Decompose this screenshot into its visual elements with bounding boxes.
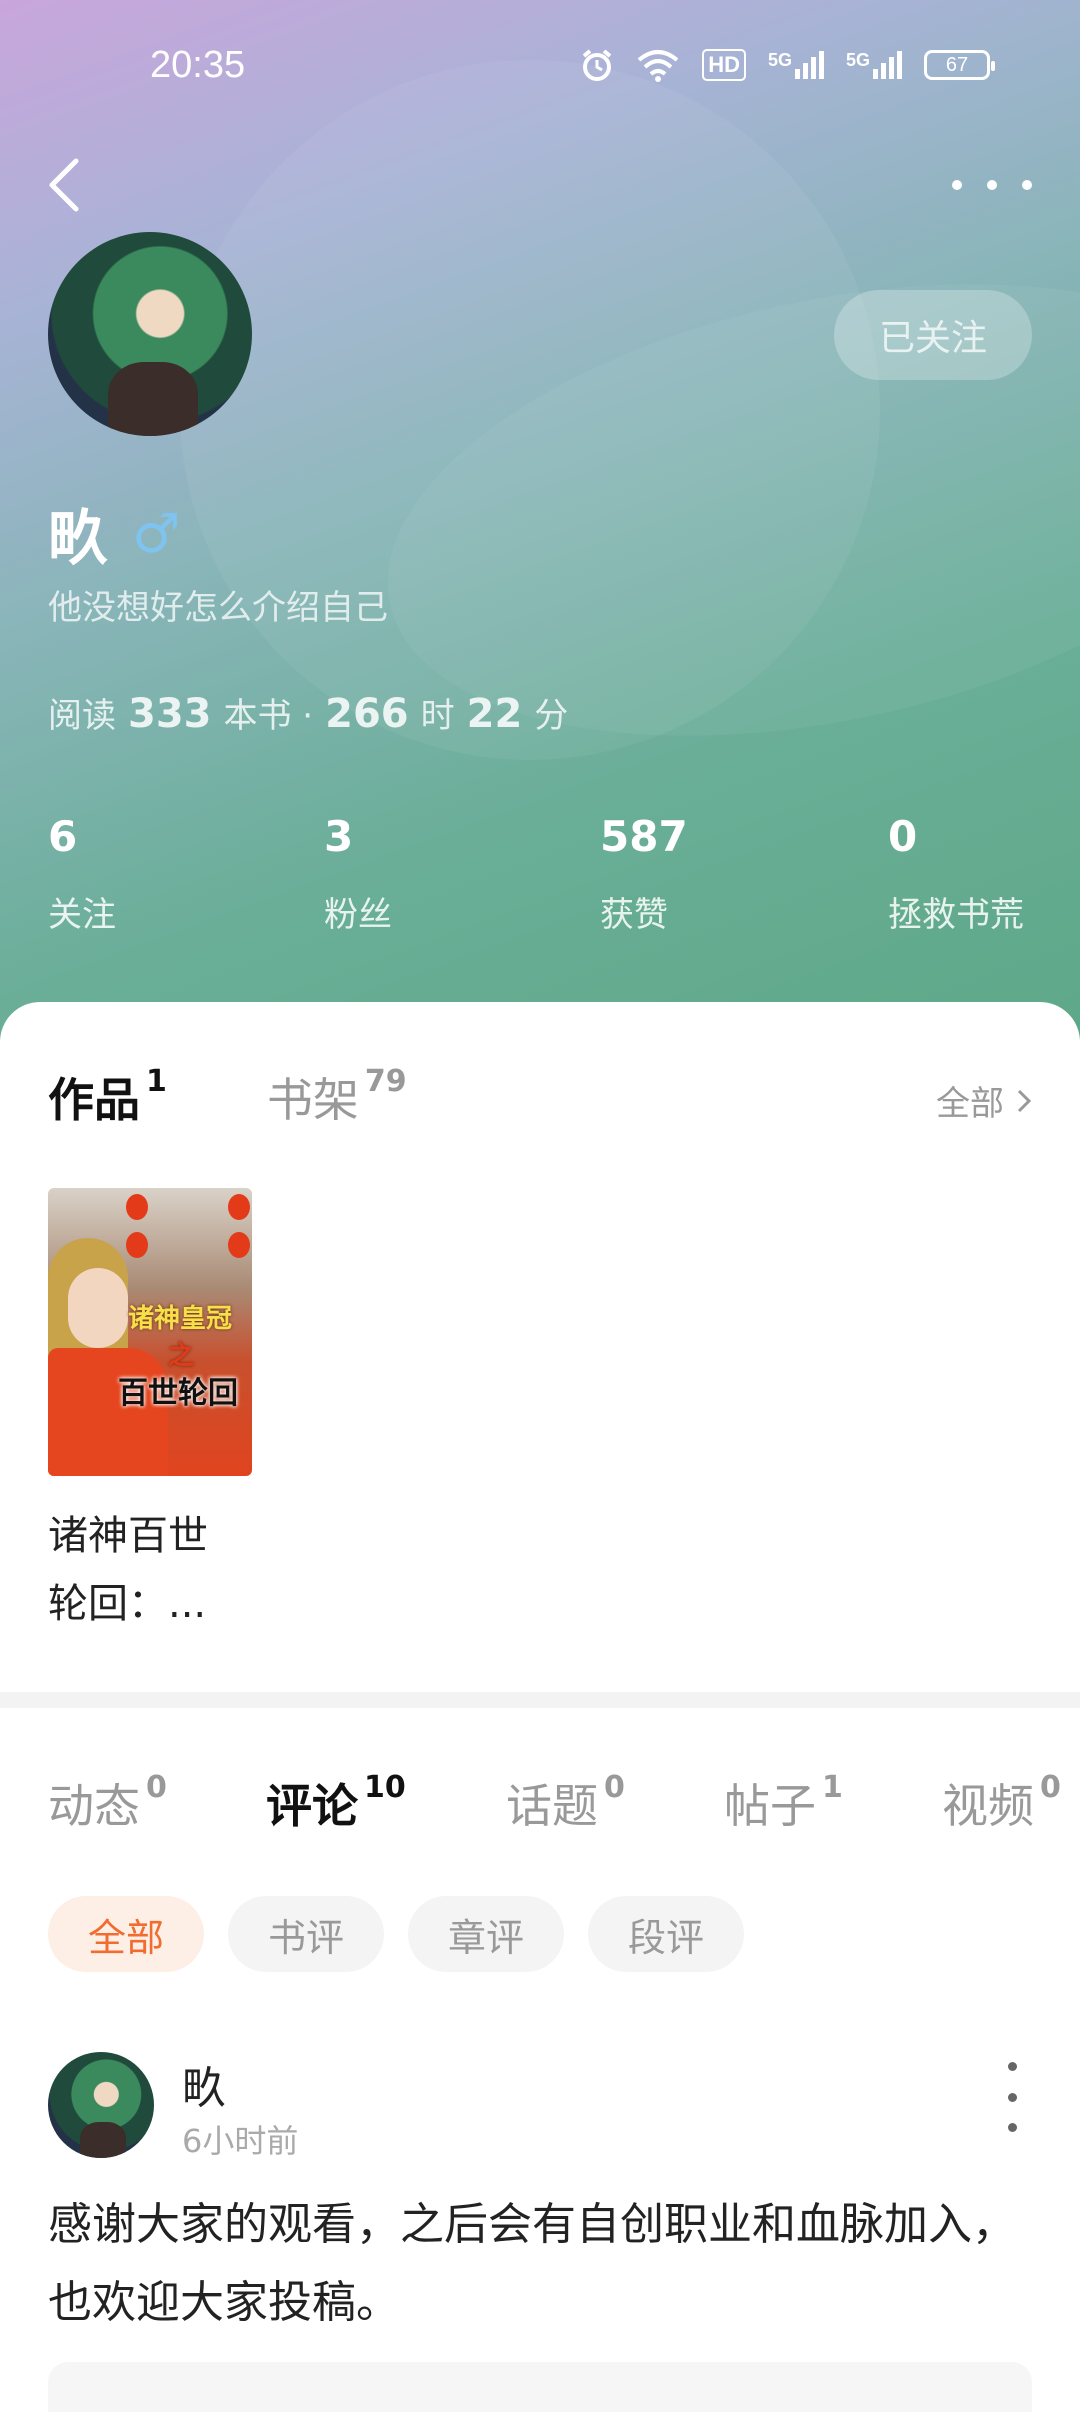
tab-topics[interactable]: 话题 0 (506, 1770, 724, 1836)
tab-count: 1 (146, 1064, 167, 1099)
reading-hours-unit: 时 (420, 696, 455, 736)
signal-5g-label: 5G (767, 50, 792, 70)
reading-books-unit: 本书 · (223, 696, 314, 736)
dot-icon (1007, 2123, 1017, 2132)
stat-value: 0 (888, 812, 918, 861)
reading-hours: 266 (325, 691, 409, 737)
comment-avatar[interactable] (48, 2052, 154, 2158)
cover-title: 百世轮回 (118, 1376, 238, 1411)
profile-username: 畂 ♂ (48, 490, 180, 577)
status-time: 20:35 (150, 44, 246, 86)
tab-label: 作品 (48, 1073, 140, 1127)
battery-icon: 67 (924, 50, 995, 80)
follow-button[interactable]: 已关注 (834, 290, 1032, 380)
stat-label: 关注 (48, 895, 116, 935)
back-button[interactable] (44, 150, 114, 220)
tab-label: 书架 (266, 1073, 359, 1127)
book-title[interactable]: 诸神百世 轮回：... (48, 1502, 252, 1638)
tab-count: 79 (364, 1064, 407, 1099)
reading-prefix: 阅读 (48, 696, 116, 736)
dot-icon (1022, 180, 1032, 190)
book-cover[interactable]: 诸神皇冠之 百世轮回 (48, 1188, 252, 1476)
hd-icon: HD (702, 49, 746, 81)
signal-5g-icon: 5G (846, 51, 902, 79)
section-divider (0, 1692, 1080, 1708)
stat-value: 3 (324, 812, 354, 861)
tab-count: 0 (146, 1770, 167, 1805)
alarm-icon (582, 49, 612, 81)
dot-icon (1007, 2062, 1017, 2071)
stat-following[interactable]: 6 关注 (48, 812, 116, 936)
tab-count: 10 (364, 1770, 406, 1805)
stat-value: 587 (600, 812, 688, 861)
reading-stats: 阅读 333 本书 · 266 时 22 分 (48, 688, 568, 737)
stat-label: 拯救书荒 (888, 895, 1024, 935)
reading-minutes-unit: 分 (534, 696, 569, 736)
stat-likes[interactable]: 587 获赞 (600, 812, 688, 936)
stat-label: 粉丝 (324, 895, 392, 935)
comment-filter-chips: 全部 书评 章评 段评 (48, 1896, 744, 1972)
dot-icon (952, 180, 962, 190)
tab-videos[interactable]: 视频 0 (942, 1770, 1062, 1836)
tab-works[interactable]: 作品 1 (48, 1064, 167, 1130)
stat-label: 获赞 (600, 895, 668, 935)
dot-icon (987, 180, 997, 190)
signal-5g-icon: 5G (768, 51, 824, 79)
more-options-button[interactable] (952, 160, 1032, 210)
comment-body[interactable]: 感谢大家的观看，之后会有自创职业和血脉加入，也欢迎大家投稿。 (48, 2186, 1038, 2342)
status-icons: HD 5G 5G 67 (580, 48, 995, 82)
chip-paragraph-review[interactable]: 段评 (588, 1896, 744, 1972)
wifi-icon (637, 50, 679, 82)
dot-icon (1007, 2092, 1017, 2102)
username-text: 畂 (48, 504, 108, 574)
stat-followers[interactable]: 3 粉丝 (324, 812, 392, 936)
tab-count: 1 (822, 1770, 843, 1805)
tab-bookshelf[interactable]: 书架 79 (267, 1064, 407, 1130)
comment-more-button[interactable] (1002, 2062, 1022, 2132)
tab-count: 0 (604, 1770, 625, 1805)
chevron-left-icon (49, 158, 79, 212)
chip-all[interactable]: 全部 (48, 1896, 204, 1972)
profile-avatar[interactable] (48, 232, 252, 436)
profile-bio: 他没想好怎么介绍自己 (48, 588, 388, 628)
tab-posts[interactable]: 帖子 1 (724, 1770, 942, 1836)
quoted-content-box[interactable] (48, 2362, 1032, 2412)
comment-timestamp: 6小时前 (182, 2122, 299, 2160)
chip-book-review[interactable]: 书评 (228, 1896, 384, 1972)
chip-chapter-review[interactable]: 章评 (408, 1896, 564, 1972)
tab-comments[interactable]: 评论 10 (266, 1770, 506, 1836)
works-tabs: 作品 1 书架 79 (48, 1064, 407, 1130)
tab-count: 0 (1040, 1770, 1061, 1805)
view-all-label: 全部 (936, 1084, 1004, 1124)
reading-books: 333 (128, 691, 212, 737)
works-card: 作品 1 书架 79 全部 诸神皇冠之 百世轮回 诸神百世 轮回：... (0, 1002, 1080, 1692)
male-gender-icon: ♂ (132, 502, 181, 565)
reading-minutes: 22 (466, 691, 523, 737)
comment-username[interactable]: 畂 (182, 2052, 226, 2116)
view-all-link[interactable]: 全部 (936, 1076, 1032, 1125)
cover-subtitle: 诸神皇冠之 (128, 1304, 233, 1371)
status-bar: 20:35 HD 5G 5G 67 (0, 0, 1080, 140)
stat-value: 6 (48, 812, 78, 861)
stat-rescue[interactable]: 0 拯救书荒 (888, 812, 1024, 936)
comment-header: 畂 6小时前 (48, 2052, 1032, 2162)
signal-5g-label: 5G (845, 50, 870, 70)
activity-tabs: 动态 0 评论 10 话题 0 帖子 1 视频 0 (48, 1770, 1080, 1836)
chevron-right-icon (1017, 1089, 1032, 1112)
tab-feed[interactable]: 动态 0 (48, 1770, 266, 1836)
